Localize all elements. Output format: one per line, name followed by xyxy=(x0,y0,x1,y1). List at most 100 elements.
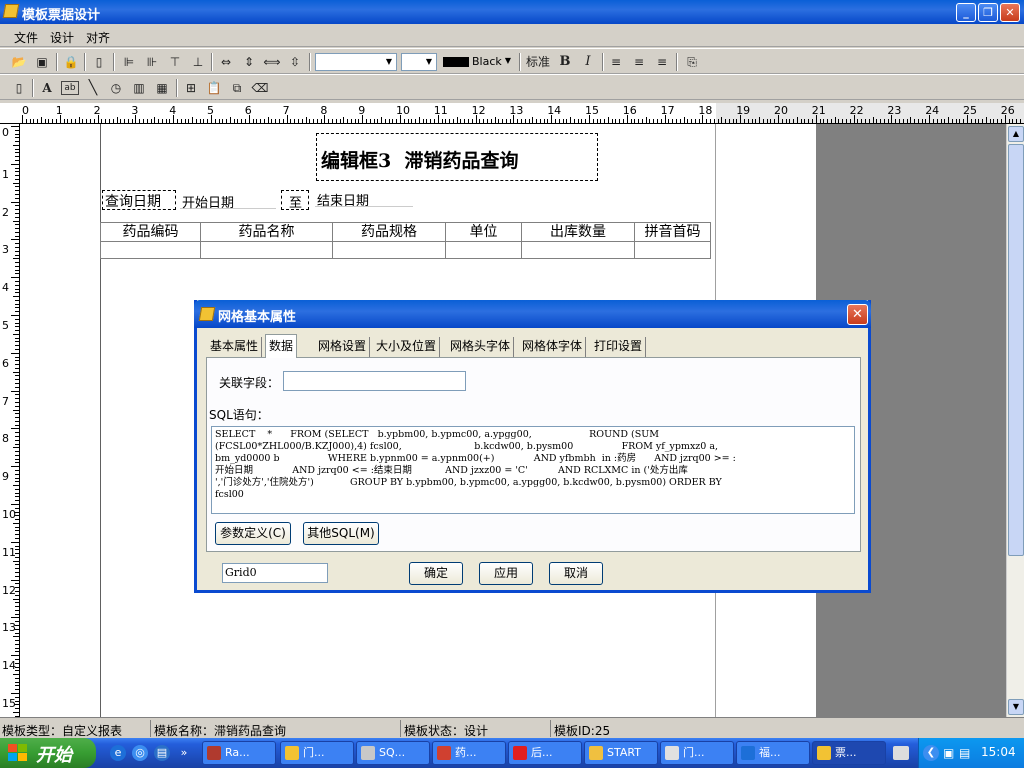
network-icon[interactable]: ▣ xyxy=(943,746,954,760)
ruler-tick xyxy=(226,119,228,123)
tab-body-font[interactable]: 网格体字体 xyxy=(519,337,587,357)
task-back[interactable]: 后... xyxy=(508,741,582,765)
ok-button[interactable]: 确定 xyxy=(409,562,463,585)
tab-header-font[interactable]: 网格头字体 xyxy=(447,337,515,357)
tab-print-settings[interactable]: 打印设置 xyxy=(591,337,647,357)
eraser-icon[interactable]: ⌫ xyxy=(251,79,269,97)
lock-icon[interactable]: 🔒 xyxy=(62,53,80,71)
ruler-tick xyxy=(154,117,156,123)
task-start-folder[interactable]: START xyxy=(584,741,658,765)
apply-button[interactable]: 应用 xyxy=(479,562,533,585)
grid-tool-icon[interactable]: ▦ xyxy=(153,79,171,97)
image-tool-icon[interactable]: ▥ xyxy=(130,79,148,97)
ruler-tick xyxy=(146,119,148,123)
ruler-tick xyxy=(641,119,643,123)
ruler-tick xyxy=(664,115,666,123)
label-tool-icon[interactable]: A xyxy=(38,79,56,97)
style-normal-button[interactable]: 标准 xyxy=(524,53,552,71)
desktop-icon[interactable]: ▤ xyxy=(154,745,170,761)
restore-button[interactable]: ❐ xyxy=(978,3,998,22)
tab-grid-settings[interactable]: 网格设置 xyxy=(315,337,371,357)
same-width-icon[interactable]: ⇔ xyxy=(217,53,235,71)
end-date-field[interactable]: 结束日期 xyxy=(315,189,413,209)
text-align-center-icon[interactable]: ≡ xyxy=(630,53,648,71)
ruler-tick xyxy=(653,119,655,123)
vertical-space-icon[interactable]: ⇳ xyxy=(286,53,304,71)
same-height-icon[interactable]: ⇕ xyxy=(240,53,258,71)
task-ra[interactable]: Ra... xyxy=(202,741,276,765)
clock[interactable]: 15:04 xyxy=(981,745,1016,759)
start-button[interactable]: 开始 xyxy=(0,738,96,768)
to-label[interactable]: 至 xyxy=(281,190,309,211)
sql-textarea[interactable]: SELECT * FROM (SELECT b.ypbm00, b.ypmc00… xyxy=(211,426,855,514)
design-grid[interactable]: 药品编码 药品名称 药品规格 单位 出库数量 拼音首码 xyxy=(100,222,711,260)
vertical-scrollbar[interactable]: ▲ ▼ xyxy=(1006,124,1024,717)
align-right-icon[interactable]: ⊪ xyxy=(143,53,161,71)
ruler-tick xyxy=(11,504,19,505)
tab-size-position[interactable]: 大小及位置 xyxy=(373,337,441,357)
menu-file[interactable]: 文件 xyxy=(14,29,38,46)
dialog-close-button[interactable]: ✕ xyxy=(847,304,868,325)
text-align-left-icon[interactable]: ≡ xyxy=(607,53,625,71)
ruler-tick xyxy=(369,119,371,123)
italic-button[interactable]: I xyxy=(579,53,597,71)
grid-name-field[interactable]: Grid0 xyxy=(222,563,328,583)
ruler-tick xyxy=(15,167,19,169)
align-top-icon[interactable]: ⊤ xyxy=(166,53,184,71)
ruler-tick xyxy=(108,119,110,123)
bold-button[interactable]: B xyxy=(556,53,574,71)
task-drug[interactable]: 药... xyxy=(432,741,506,765)
tab-data[interactable]: 数据 xyxy=(265,334,298,358)
title-editbox[interactable]: 编辑框3 滞销药品查询 xyxy=(316,133,598,181)
ruler-tick xyxy=(86,119,88,123)
task-sql[interactable]: SQ... xyxy=(356,741,430,765)
paste-icon[interactable]: 📋 xyxy=(205,79,223,97)
browser-icon[interactable]: ◎ xyxy=(132,745,148,761)
clock-tool-icon[interactable]: ◷ xyxy=(107,79,125,97)
ruler-tick xyxy=(260,119,262,123)
dialog-icon xyxy=(198,307,216,321)
param-define-button[interactable]: 参数定义(C) xyxy=(215,522,291,545)
ruler-tick xyxy=(15,133,19,135)
keyboard-icon[interactable] xyxy=(893,746,909,760)
color-combo[interactable]: Black ▼ xyxy=(441,53,515,71)
field-input[interactable] xyxy=(283,371,466,391)
font-combo[interactable]: ▼ xyxy=(315,53,397,71)
tray-expand-icon[interactable]: ❮ xyxy=(923,745,939,761)
line-tool-icon[interactable]: ╲ xyxy=(84,79,102,97)
minimize-button[interactable]: _ xyxy=(956,3,976,22)
editbox-tool-icon[interactable]: ab xyxy=(61,81,79,95)
align-bottom-icon[interactable]: ⊥ xyxy=(189,53,207,71)
volume-icon[interactable]: ▤ xyxy=(959,746,970,760)
scroll-thumb[interactable] xyxy=(1008,144,1024,556)
other-sql-button[interactable]: 其他SQL(M) xyxy=(303,522,379,545)
menu-design[interactable]: 设计 xyxy=(50,29,74,46)
task-fu[interactable]: 福... xyxy=(736,741,810,765)
copy-icon[interactable]: ⧉ xyxy=(228,79,246,97)
menu-align[interactable]: 对齐 xyxy=(86,29,110,46)
task-clinic-2[interactable]: 门... xyxy=(660,741,734,765)
align-left-icon[interactable]: ⊫ xyxy=(120,53,138,71)
scroll-up-icon[interactable]: ▲ xyxy=(1008,126,1024,142)
ie-icon[interactable]: e xyxy=(110,745,126,761)
font-size-combo[interactable]: ▼ xyxy=(401,53,437,71)
text-align-right-icon[interactable]: ≡ xyxy=(653,53,671,71)
tab-basic[interactable]: 基本属性 xyxy=(207,337,263,357)
ruler-tick xyxy=(256,119,258,123)
query-date-label[interactable]: 查询日期 xyxy=(102,190,176,210)
scroll-down-icon[interactable]: ▼ xyxy=(1008,699,1024,715)
start-date-field[interactable]: 开始日期 xyxy=(180,191,276,211)
properties-icon[interactable]: ⊞ xyxy=(182,79,200,97)
more-icon[interactable]: » xyxy=(176,745,192,761)
cancel-button[interactable]: 取消 xyxy=(549,562,603,585)
open-icon[interactable]: 📂 xyxy=(10,53,28,71)
task-clinic[interactable]: 门... xyxy=(280,741,354,765)
save-icon[interactable]: ▣ xyxy=(33,53,51,71)
format-painter-icon[interactable]: ⎘ xyxy=(683,53,701,71)
page-icon[interactable]: ▯ xyxy=(90,53,108,71)
new-page-icon[interactable]: ▯ xyxy=(10,79,28,97)
close-button[interactable]: ✕ xyxy=(1000,3,1020,22)
task-ticket[interactable]: 票... xyxy=(812,741,886,765)
horizontal-space-icon[interactable]: ⟺ xyxy=(263,53,281,71)
ruler-tick xyxy=(15,553,19,555)
